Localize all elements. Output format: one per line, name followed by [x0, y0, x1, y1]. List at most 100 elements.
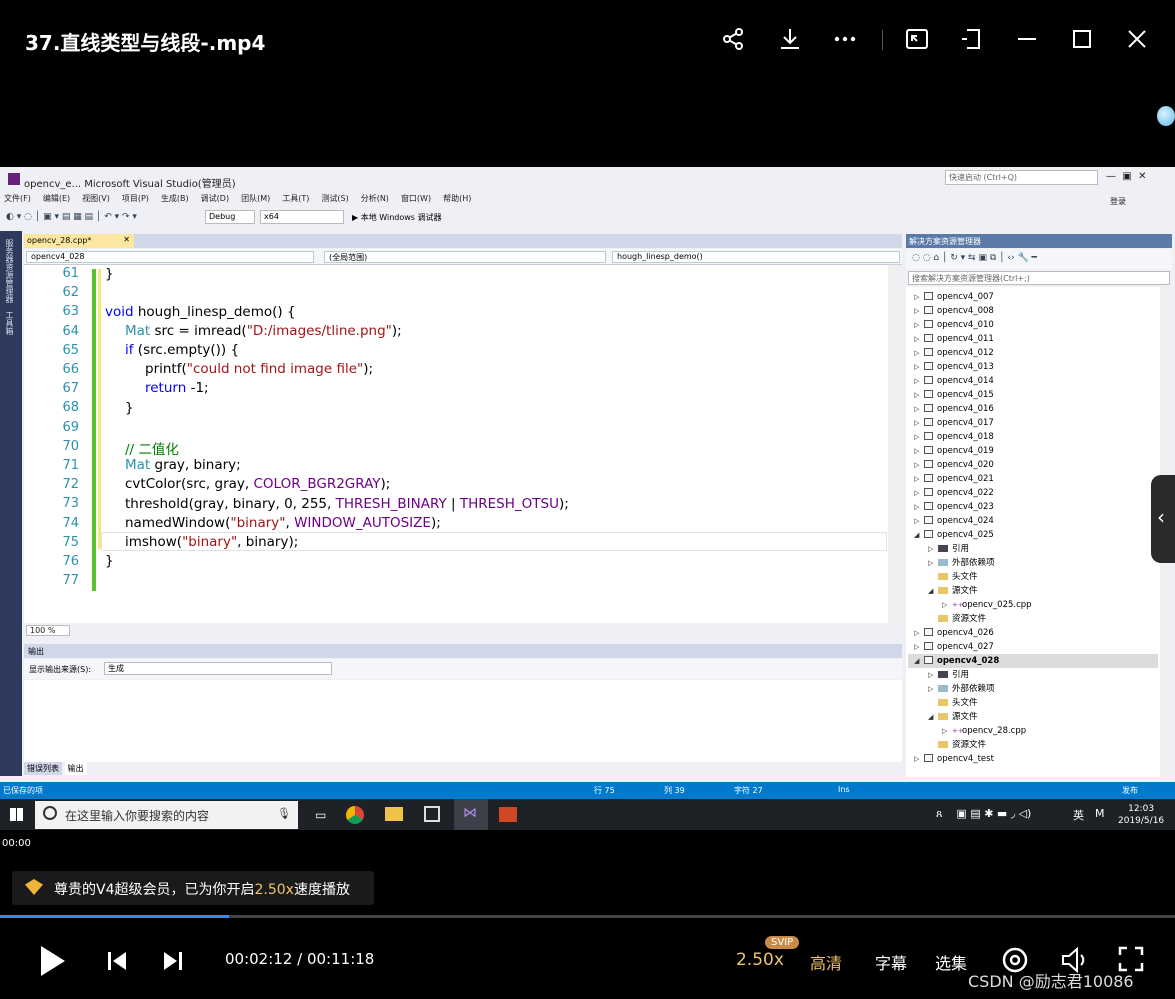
tree-item[interactable]: ▷ 引用	[928, 668, 969, 682]
share-icon[interactable]	[716, 22, 750, 56]
tree-item[interactable]: ▷ opencv4_017	[914, 416, 994, 430]
system-tray-icons[interactable]: ጸ ▣ ▤ ✱ ▬ ◞ ◁)	[936, 807, 1031, 821]
menu-edit[interactable]: 编辑(E)	[43, 193, 70, 207]
tree-item[interactable]: ▷ opencv4_015	[914, 388, 994, 402]
toolbox-tab[interactable]: 工具箱	[4, 311, 15, 335]
tree-item[interactable]: ▷ opencv4_008	[914, 304, 994, 318]
quick-launch-input[interactable]: 快速启动 (Ctrl+Q)	[945, 170, 1098, 185]
ime-indicator[interactable]: 英	[1073, 807, 1084, 823]
tree-item[interactable]: ▷ opencv4_023	[914, 500, 994, 514]
menu-tools[interactable]: 工具(T)	[282, 193, 309, 207]
more-icon[interactable]	[828, 22, 862, 56]
episodes-button[interactable]: 选集	[935, 950, 967, 974]
maximize-icon[interactable]	[1065, 22, 1099, 56]
tree-item[interactable]: ▷ 外部依赖项	[928, 556, 995, 570]
project-nav-select[interactable]: opencv4_028	[26, 251, 314, 263]
login-link[interactable]: 登录	[1110, 196, 1126, 207]
windows-start-icon[interactable]	[10, 808, 23, 821]
tab-close-icon[interactable]: ✕	[123, 235, 130, 244]
zoom-select[interactable]: 100 %	[26, 625, 70, 636]
tree-item[interactable]: ▷ opencv4_020	[914, 458, 994, 472]
menu-file[interactable]: 文件(F)	[4, 193, 31, 207]
tree-item[interactable]: ▷ opencv4_024	[914, 514, 994, 528]
tree-item[interactable]: 头文件	[928, 696, 978, 710]
tree-item[interactable]: ▷ opencv4_013	[914, 360, 994, 374]
pin-icon[interactable]	[955, 22, 989, 56]
file-explorer-icon[interactable]	[385, 807, 403, 821]
previous-icon[interactable]	[106, 950, 128, 972]
tree-item[interactable]: 头文件	[928, 570, 978, 584]
tree-item[interactable]: ▷ opencv4_014	[914, 374, 994, 388]
tree-item[interactable]: ◢ 源文件	[928, 584, 978, 598]
tree-item[interactable]: ▷ ++opencv_025.cpp	[942, 598, 1032, 612]
tree-item[interactable]: ▷ opencv4_022	[914, 486, 994, 500]
tree-item[interactable]: ▷ opencv4_026	[914, 626, 994, 640]
output-source-select[interactable]: 生成	[104, 662, 332, 675]
menu-view[interactable]: 视图(V)	[82, 193, 110, 207]
member-nav-select[interactable]: hough_linesp_demo()	[612, 251, 900, 263]
menu-project[interactable]: 项目(P)	[122, 193, 149, 207]
play-icon[interactable]	[38, 944, 68, 978]
tree-item[interactable]: ▷ opencv4_010	[914, 318, 994, 332]
tree-item[interactable]: ▷ opencv4_018	[914, 430, 994, 444]
tree-item[interactable]: ◢ 源文件	[928, 710, 978, 724]
menu-build[interactable]: 生成(B)	[161, 193, 189, 207]
picture-in-picture-icon[interactable]	[900, 22, 934, 56]
speed-button[interactable]: 2.50x	[736, 950, 784, 970]
tree-item[interactable]: ▷ opencv4_016	[914, 402, 994, 416]
status-publish[interactable]: 发布	[1122, 785, 1138, 796]
chrome-icon[interactable]	[346, 806, 364, 824]
tree-item[interactable]: ▷ ++opencv_28.cpp	[942, 724, 1026, 738]
tree-item[interactable]: ▷ opencv4_012	[914, 346, 994, 360]
tree-item[interactable]: 资源文件	[928, 612, 986, 626]
tree-item[interactable]: ◢ opencv4_025	[914, 528, 994, 542]
side-collapse-button[interactable]: ‹	[1151, 475, 1175, 563]
minimize-icon[interactable]	[1010, 22, 1044, 56]
tree-item[interactable]: ▷ opencv4_019	[914, 444, 994, 458]
total-time: 00:11:18	[306, 950, 375, 968]
tree-item[interactable]: ▷ 外部依赖项	[928, 682, 995, 696]
video-title: 37.直线类型与线段-.mp4	[25, 31, 266, 55]
tree-item[interactable]: ▷ 引用	[928, 542, 969, 556]
solution-toolbar-icons[interactable]: ◌ ◌ ⌂ │ ↻ ▾ ⇆ ▣ ⧉ │ ‹› 🔧 ━	[912, 253, 1037, 263]
server-explorer-tab[interactable]: 服务器资源管理器	[4, 239, 15, 303]
next-icon[interactable]	[162, 950, 184, 972]
visual-studio-taskbar-button[interactable]: ⋈	[454, 799, 488, 830]
ime-mode-icon[interactable]: M	[1095, 807, 1105, 820]
scope-nav-select[interactable]: (全局范围)	[324, 251, 606, 263]
tree-item[interactable]: ▷ opencv4_011	[914, 332, 994, 346]
calendar-icon[interactable]	[424, 806, 440, 822]
toolbar-icons[interactable]: ◐ ▾ ◌ │ ▣ ▾ ▤ ▦ ▤ │ ↶ ▾ ↷ ▾	[6, 212, 137, 222]
tab-output[interactable]: 输出	[64, 762, 87, 775]
close-icon[interactable]	[1120, 22, 1154, 56]
editor-scrollbar[interactable]	[888, 265, 902, 623]
tree-item[interactable]: ▷ opencv4_007	[914, 290, 994, 304]
config-select[interactable]: Debug	[205, 210, 255, 224]
menu-team[interactable]: 团队(M)	[241, 193, 270, 207]
tree-item-selected[interactable]: ◢ opencv4_028	[908, 654, 1158, 668]
download-icon[interactable]	[773, 22, 807, 56]
subtitle-button[interactable]: 字幕	[875, 950, 907, 974]
menu-test[interactable]: 测试(S)	[321, 193, 348, 207]
menu-debug[interactable]: 调试(D)	[201, 193, 229, 207]
menu-help[interactable]: 帮助(H)	[443, 193, 471, 207]
microphone-icon[interactable]: 🎙	[277, 807, 291, 820]
menu-window[interactable]: 窗口(W)	[401, 193, 431, 207]
tree-item[interactable]: ▷ opencv4_test	[914, 752, 994, 766]
tree-item[interactable]: ▷ opencv4_021	[914, 472, 994, 486]
task-view-icon[interactable]: ▭	[315, 808, 326, 822]
menu-analyze[interactable]: 分析(N)	[361, 193, 389, 207]
floating-ball-icon[interactable]	[1157, 106, 1175, 126]
tree-item[interactable]: 资源文件	[928, 738, 986, 752]
taskbar-clock[interactable]: 12:03 2019/5/16	[1118, 803, 1164, 827]
tab-error-list[interactable]: 错误列表	[24, 762, 62, 775]
taskbar-search-input[interactable]: 在这里输入你要搜索的内容 🎙	[35, 801, 298, 829]
run-debugger-button[interactable]: ▶ 本地 Windows 调试器	[352, 212, 442, 223]
platform-select[interactable]: x64	[260, 210, 344, 224]
vs-window-controls[interactable]: — ▣ ✕	[1106, 171, 1147, 182]
powerpoint-icon[interactable]	[499, 807, 517, 822]
solution-search-input[interactable]: 搜索解决方案资源管理器(Ctrl+;)	[908, 271, 1170, 285]
quality-button[interactable]: 高清	[810, 950, 842, 974]
tree-item[interactable]: ▷ opencv4_027	[914, 640, 994, 654]
document-tab[interactable]: opencv_28.cpp* ✕	[24, 234, 134, 248]
